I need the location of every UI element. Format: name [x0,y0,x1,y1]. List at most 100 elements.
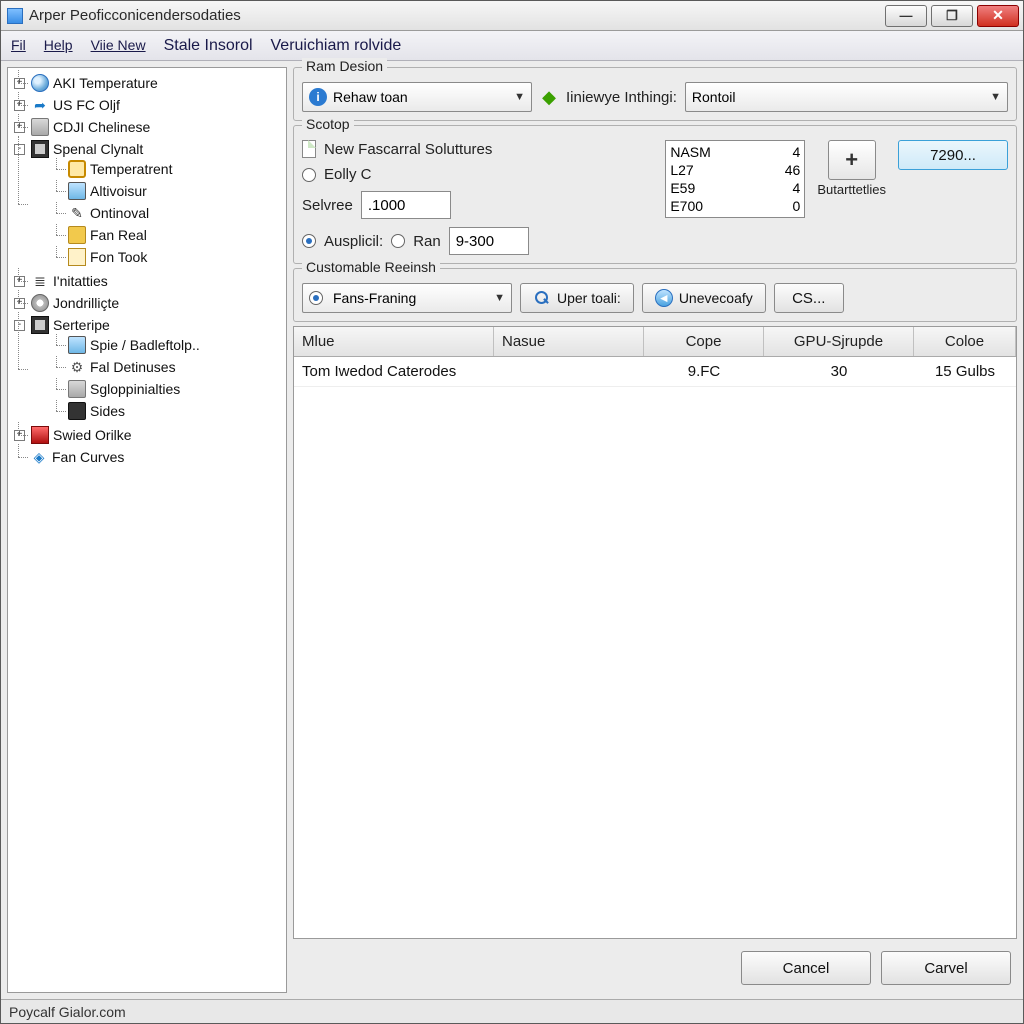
tree-label: Fan Curves [52,449,124,465]
inthing-combo[interactable]: Rontoil ▼ [685,82,1008,112]
list-item[interactable]: E7000 [670,197,800,215]
tree-item[interactable]: Fan Real [68,226,284,244]
tree-toggle[interactable]: - [14,144,25,155]
tree-item[interactable]: +➦US FC Oljf [30,96,284,114]
tree-toggle[interactable]: - [14,320,25,331]
tree-item[interactable]: ⚙Fal Detinuses [68,358,284,376]
clock-icon [68,160,86,178]
tree-toggle[interactable]: + [14,78,25,89]
tree-item[interactable]: -Serteripe [30,316,284,334]
selvree-label: Selvree [302,197,353,214]
tree-item[interactable]: Fon Took [68,248,284,266]
ran-radio[interactable] [391,234,405,248]
ran-label: Ran [413,233,441,250]
tree-label: Fal Detinuses [90,359,176,375]
col-gpu[interactable]: GPU-Sjrupde [764,327,914,356]
tree-toggle[interactable]: + [14,298,25,309]
group-legend: Ram Desion [302,58,387,74]
fans-franing-combo[interactable]: Fans-Franing ▼ [302,283,512,313]
cancel-button[interactable]: Cancel [741,951,871,985]
cs-button[interactable]: CS... [774,283,844,313]
tree-label: Spenal Clynalt [53,141,143,157]
scotop-listbox[interactable]: NASM4L2746E594E7000 [665,140,805,218]
chevron-down-icon: ▼ [494,292,505,304]
menu-stale[interactable]: Stale Insorol [164,37,253,55]
rehaw-combo[interactable]: i Rehaw toan ▼ [302,82,532,112]
info-icon: i [309,88,327,106]
ran-input[interactable]: 9-300 [449,227,529,255]
tree-item[interactable]: Sides [68,402,284,420]
group-ram-desion: Ram Desion i Rehaw toan ▼ ◆ Iiniewye Int… [293,67,1017,121]
list-item[interactable]: L2746 [670,161,800,179]
ausplicil-label: Ausplicil: [324,233,383,250]
folder-icon [68,226,86,244]
table-cell [494,357,644,386]
close-button[interactable]: ✕ [977,5,1019,27]
add-button[interactable]: + [828,140,876,180]
tree-toggle[interactable]: + [14,276,25,287]
menu-fil[interactable]: Fil [11,37,26,55]
table-body: Tom Iwedod Caterodes9.FC3015 Gulbs [294,357,1016,938]
new-fascarral-label: New Fascarral Soluttures [324,141,492,158]
tree-item[interactable]: Temperatrent [68,160,284,178]
minimize-button[interactable]: — [885,5,927,27]
tree-label: Temperatrent [90,161,172,177]
tree-toggle[interactable]: + [14,430,25,441]
tree-item[interactable]: ✎Ontinoval [68,204,284,222]
menu-veru[interactable]: Veruichiam rolvide [271,37,402,55]
carvel-button[interactable]: Carvel [881,951,1011,985]
menu-view[interactable]: Viie New [91,37,146,55]
footer-buttons: Cancel Carvel [293,943,1017,993]
tree-toggle[interactable]: + [14,122,25,133]
selvree-input[interactable]: .1000 [361,191,451,219]
tree-label: CDJI Chelinese [53,119,150,135]
tree-item[interactable]: Altivoisur [68,182,284,200]
uper-toali-button[interactable]: Uper toali: [520,283,634,313]
list-item[interactable]: NASM4 [670,143,800,161]
unevecoafy-button[interactable]: ◄ Unevecoafy [642,283,766,313]
list-item[interactable]: E594 [670,179,800,197]
tree-label: Swied Orilke [53,427,132,443]
tree-item[interactable]: Spie / Badleftolp.. [68,336,284,354]
eolly-label: Eolly C [324,166,372,183]
tree-label: I'nitatties [53,273,108,289]
tree-item[interactable]: ◈Fan Curves [30,448,284,466]
tree-label: Sgloppinialties [90,381,180,397]
tree-item[interactable]: +AKI Temperature [30,74,284,92]
group-scotop: Scotop New Fascarral Soluttures Eolly C … [293,125,1017,264]
tree-toggle[interactable]: + [14,100,25,111]
navigation-tree[interactable]: +AKI Temperature+➦US FC Oljf+CDJI Chelin… [7,67,287,993]
tree-item[interactable]: -Spenal Clynalt [30,140,284,158]
tree-label: US FC Oljf [53,97,120,113]
col-coloe[interactable]: Coloe [914,327,1016,356]
maximize-button[interactable]: ❐ [931,5,973,27]
group-customable: Customable Reeinsh Fans-Franing ▼ Uper t… [293,268,1017,322]
globe-icon [31,74,49,92]
tree-label: Jondrilliçte [53,295,119,311]
table-row[interactable]: Tom Iwedod Caterodes9.FC3015 Gulbs [294,357,1016,387]
window-title: Arper Peoficconicendersodaties [29,7,885,24]
chevron-down-icon: ▼ [514,91,525,103]
back-icon: ◄ [655,289,673,307]
ausplicil-radio[interactable] [302,234,316,248]
menu-help[interactable]: Help [44,37,73,55]
tree-item[interactable]: +Jondrilliçte [30,294,284,312]
7290-button[interactable]: 7290... [898,140,1008,170]
tree-item[interactable]: Sgloppinialties [68,380,284,398]
arrow-icon: ➦ [31,96,49,114]
drive-icon [68,380,86,398]
results-table: Mlue Nasue Cope GPU-Sjrupde Coloe Tom Iw… [293,326,1017,939]
col-nasue[interactable]: Nasue [494,327,644,356]
tree-item[interactable]: +Swied Orilke [30,426,284,444]
tree-label: Sides [90,403,125,419]
status-text: Poycalf Gialor.com [9,1004,126,1020]
col-mlue[interactable]: Mlue [294,327,494,356]
diamond-icon: ◈ [30,448,48,466]
tree-label: Spie / Badleftolp.. [90,337,200,353]
red-icon [31,426,49,444]
tree-item[interactable]: +CDJI Chelinese [30,118,284,136]
col-cope[interactable]: Cope [644,327,764,356]
tree-item[interactable]: +≣I'nitatties [30,272,284,290]
eolly-radio[interactable] [302,168,316,182]
pen-icon: ✎ [68,204,86,222]
